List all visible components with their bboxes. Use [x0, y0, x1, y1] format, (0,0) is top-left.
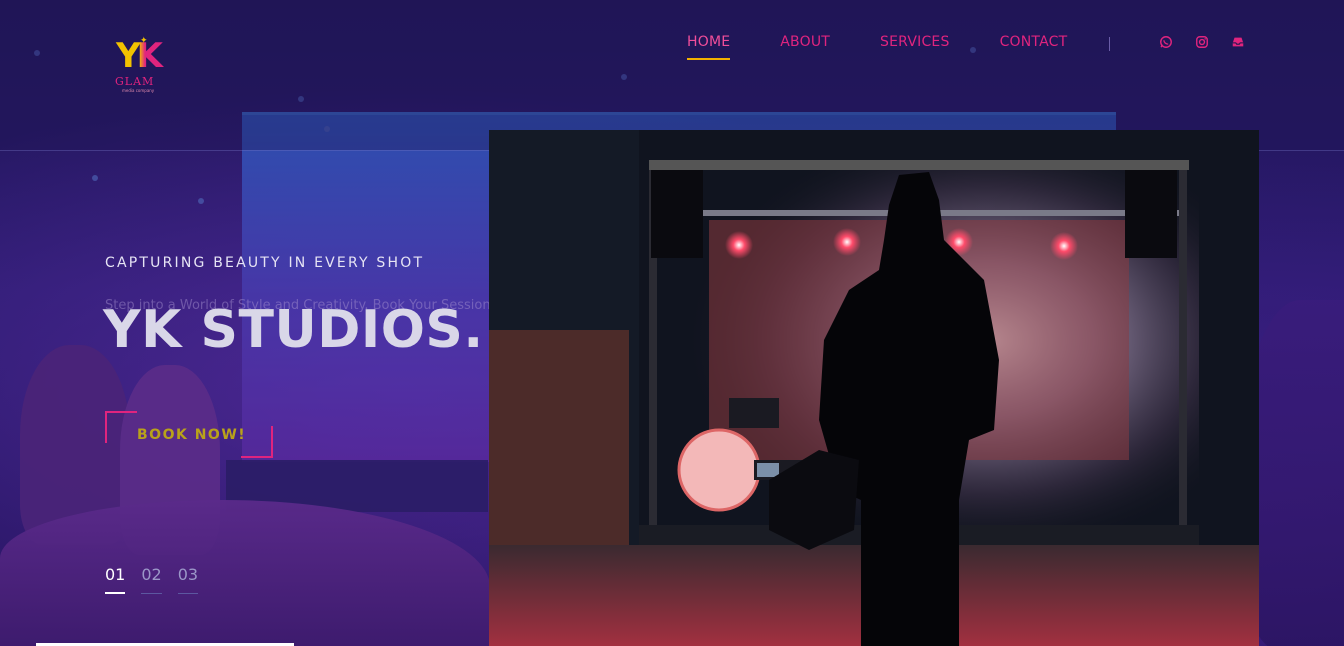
- slide-pagination: 01 02 03: [105, 565, 214, 594]
- nav-divider: [1109, 37, 1110, 51]
- background-dot: [198, 198, 204, 204]
- hero-tagline: CAPTURING BEAUTY IN EVERY SHOT: [105, 255, 425, 271]
- brand-logo[interactable]: ✦ YK GLAM media company: [112, 36, 172, 112]
- nav-home[interactable]: HOME: [687, 34, 731, 60]
- hero-title: YK STUDIOS.: [103, 300, 484, 360]
- book-now-button[interactable]: BOOK NOW!: [105, 411, 273, 458]
- main-nav: HOME ABOUT SERVICES CONTACT: [687, 34, 1067, 60]
- hero-photo-cameraman-on-stage: [489, 130, 1259, 646]
- sparkle-icon: ✦: [140, 36, 148, 46]
- nav-services[interactable]: SERVICES: [880, 34, 950, 60]
- slide-indicator-02[interactable]: 02: [141, 565, 162, 594]
- instagram-icon[interactable]: [1194, 34, 1210, 50]
- background-dot: [92, 175, 98, 181]
- header: [0, 0, 1344, 150]
- slide-indicator-03[interactable]: 03: [177, 565, 199, 594]
- inbox-icon[interactable]: [1230, 34, 1246, 50]
- social-links: [1158, 34, 1266, 50]
- whatsapp-icon[interactable]: [1158, 34, 1174, 50]
- nav-contact[interactable]: CONTACT: [1000, 34, 1068, 60]
- nav-about[interactable]: ABOUT: [780, 34, 830, 60]
- book-now-label: BOOK NOW!: [137, 427, 247, 443]
- logo-tagline: media company: [122, 88, 155, 93]
- logo-wordmark: GLAM: [115, 75, 155, 88]
- slide-indicator-01[interactable]: 01: [105, 565, 126, 594]
